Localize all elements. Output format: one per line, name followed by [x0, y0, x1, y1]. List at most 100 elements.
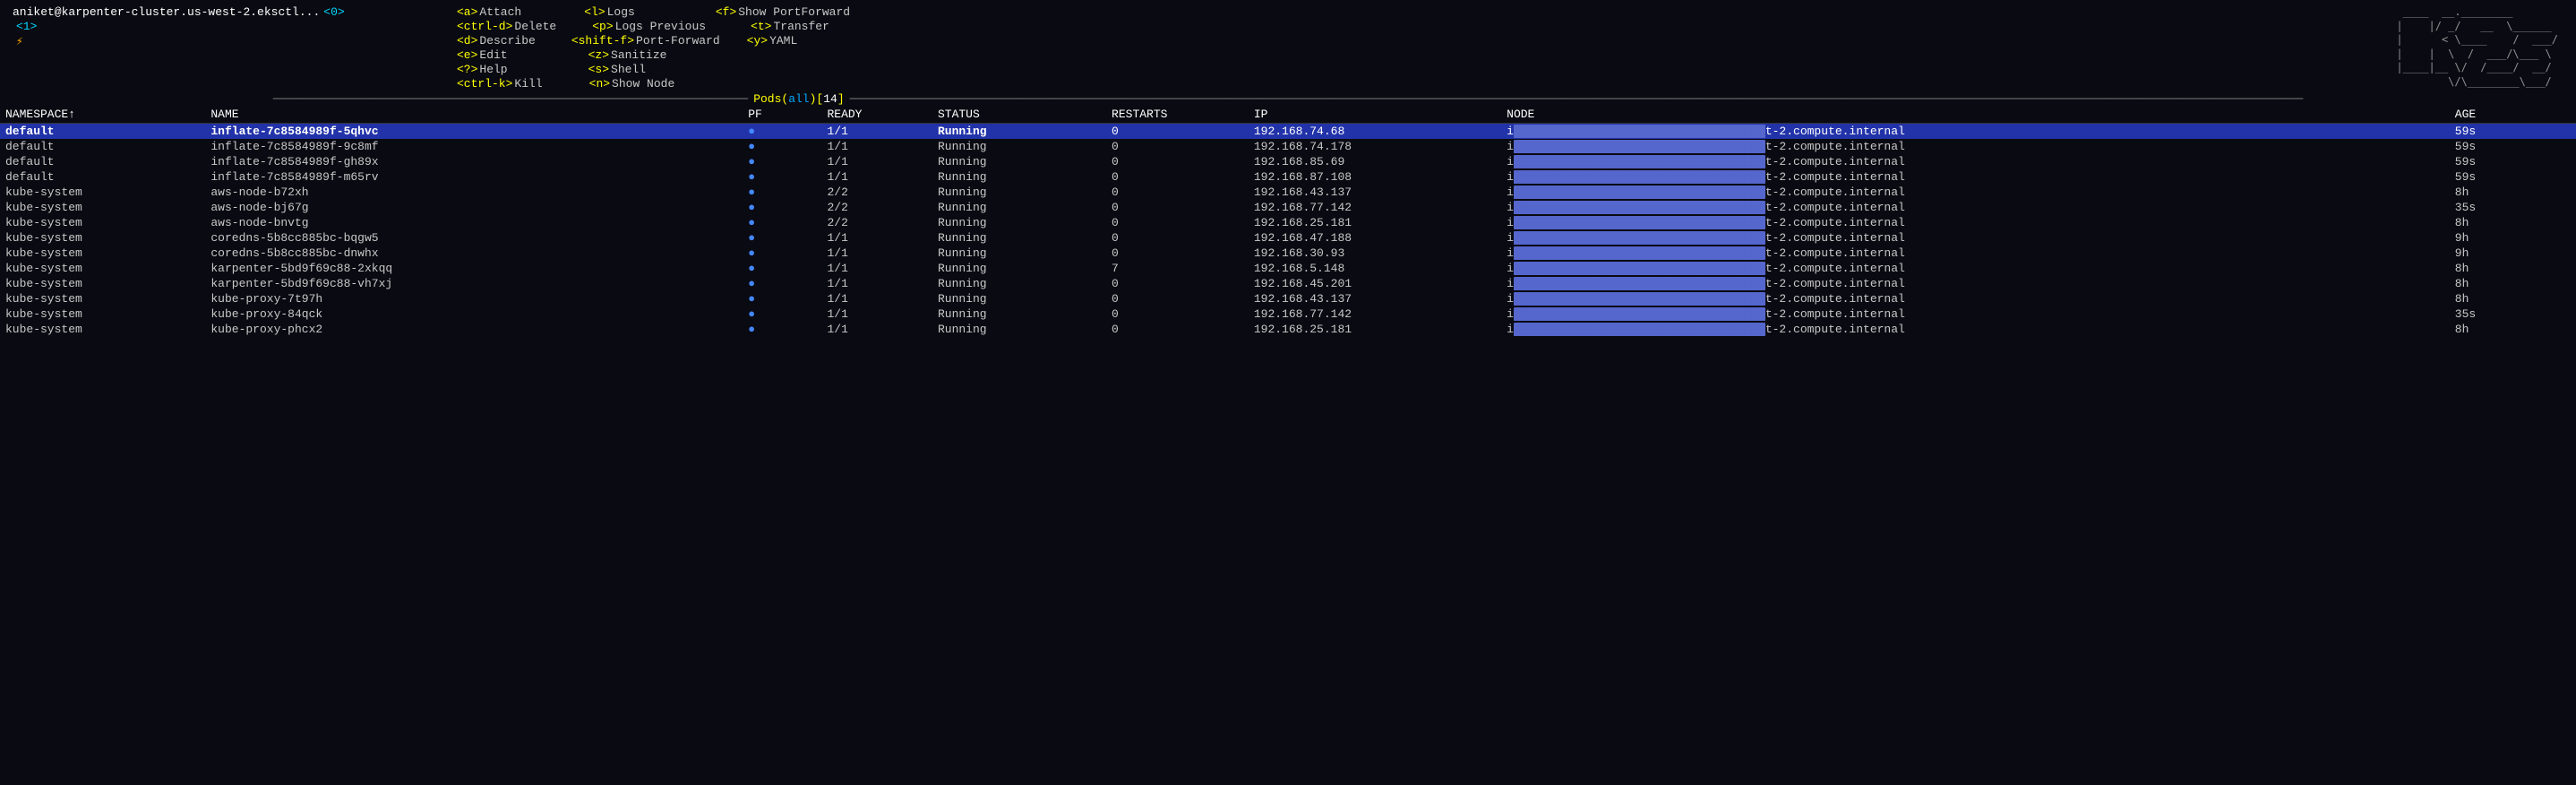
cell-status: Running [932, 230, 1106, 246]
section-title: Pods(all)[14] [753, 92, 844, 106]
kb-action-sanitize: Sanitize [611, 48, 666, 62]
kb-key-n: <n> [589, 77, 610, 91]
cell-pf: ● [743, 322, 821, 337]
kb-key-ctrld: <ctrl-d> [457, 20, 512, 33]
kb-attach: <a> Attach [457, 5, 521, 19]
table-row[interactable]: kube-systemcoredns-5b8cc885bc-bqgw5●1/1R… [0, 230, 2576, 246]
cell-node: i████████████████████████████████████t-2… [1501, 261, 2450, 276]
kb-action-describe: Describe [479, 34, 535, 47]
cell-pf: ● [743, 246, 821, 261]
kb-logsprev: <p> Logs Previous [592, 20, 706, 33]
cell-namespace: kube-system [0, 291, 205, 306]
context-row: aniket@karpenter-cluster.us-west-2.eksct… [9, 5, 439, 19]
table-row[interactable]: kube-systemkube-proxy-7t97h●1/1Running01… [0, 291, 2576, 306]
table-row[interactable]: kube-systemcoredns-5b8cc885bc-dnwhx●1/1R… [0, 246, 2576, 261]
cell-age: 35s [2450, 306, 2576, 322]
keybind-row-1: <a> Attach <l> Logs <f> Show PortForward [457, 5, 2334, 19]
col-header-status: STATUS [932, 106, 1106, 124]
lightning-icon: ⚡ [16, 35, 23, 48]
kb-key-shiftf: <shift-f> [571, 34, 634, 47]
cell-ready: 1/1 [821, 124, 932, 140]
cell-status: Running [932, 124, 1106, 140]
cell-name: inflate-7c8584989f-gh89x [205, 154, 743, 169]
cell-namespace: kube-system [0, 322, 205, 337]
cell-pf: ● [743, 261, 821, 276]
cell-namespace: kube-system [0, 276, 205, 291]
cell-ready: 1/1 [821, 230, 932, 246]
table-row[interactable]: kube-systemaws-node-b72xh●2/2Running0192… [0, 185, 2576, 200]
cell-restarts: 0 [1106, 154, 1249, 169]
table-row[interactable]: kube-systemaws-node-bnvtg●2/2Running0192… [0, 215, 2576, 230]
kb-logs: <l> Logs [584, 5, 635, 19]
cell-name: kube-proxy-phcx2 [205, 322, 743, 337]
cell-ip: 192.168.77.142 [1249, 306, 1501, 322]
cell-name: aws-node-bj67g [205, 200, 743, 215]
cell-age: 8h [2450, 291, 2576, 306]
table-row[interactable]: kube-systemkarpenter-5bd9f69c88-2xkqq●1/… [0, 261, 2576, 276]
kb-key-s: <s> [588, 63, 609, 76]
cell-ip: 192.168.45.201 [1249, 276, 1501, 291]
cell-restarts: 0 [1106, 185, 1249, 200]
dashes-left: ────────────────────────────────────────… [273, 92, 749, 106]
cell-node: i████████████████████████████████████t-2… [1501, 154, 2450, 169]
kb-key-y: <y> [747, 34, 768, 47]
cell-ready: 1/1 [821, 291, 932, 306]
cell-pf: ● [743, 124, 821, 140]
table-row[interactable]: defaultinflate-7c8584989f-gh89x●1/1Runni… [0, 154, 2576, 169]
cell-restarts: 0 [1106, 306, 1249, 322]
cell-namespace: kube-system [0, 230, 205, 246]
kb-key-ctrlk: <ctrl-k> [457, 77, 512, 91]
keybind-row-2: <ctrl-d> Delete <p> Logs Previous <t> Tr… [457, 20, 2334, 33]
kb-kill: <ctrl-k> Kill [457, 77, 543, 91]
section-title-line: ────────────────────────────────────────… [0, 92, 2576, 106]
cell-age: 9h [2450, 246, 2576, 261]
cell-node: i████████████████████████████████████t-2… [1501, 306, 2450, 322]
cell-age: 8h [2450, 276, 2576, 291]
table-row[interactable]: kube-systemaws-node-bj67g●2/2Running0192… [0, 200, 2576, 215]
kb-key-l: <l> [584, 5, 605, 19]
cell-ip: 192.168.85.69 [1249, 154, 1501, 169]
cell-name: karpenter-5bd9f69c88-vh7xj [205, 276, 743, 291]
table-row[interactable]: kube-systemkube-proxy-84qck●1/1Running01… [0, 306, 2576, 322]
kb-sanitize: <z> Sanitize [588, 48, 667, 62]
cell-ready: 1/1 [821, 261, 932, 276]
pods-table: NAMESPACE↑ NAME PF READY STATUS RESTARTS… [0, 106, 2576, 337]
cell-namespace: default [0, 124, 205, 140]
logo-art: ____ __.________ | |/ _/ __ \______ | < … [2396, 5, 2558, 90]
cell-status: Running [932, 139, 1106, 154]
cell-ready: 1/1 [821, 276, 932, 291]
cell-restarts: 0 [1106, 169, 1249, 185]
cell-node: i████████████████████████████████████t-2… [1501, 230, 2450, 246]
cell-status: Running [932, 261, 1106, 276]
col-header-namespace: NAMESPACE↑ [0, 106, 205, 124]
table-row[interactable]: defaultinflate-7c8584989f-9c8mf●1/1Runni… [0, 139, 2576, 154]
cell-restarts: 0 [1106, 139, 1249, 154]
cell-pf: ● [743, 230, 821, 246]
cell-pf: ● [743, 215, 821, 230]
cell-age: 59s [2450, 139, 2576, 154]
cell-name: karpenter-5bd9f69c88-2xkqq [205, 261, 743, 276]
header-left: aniket@karpenter-cluster.us-west-2.eksct… [9, 5, 439, 91]
cell-ready: 1/1 [821, 139, 932, 154]
table-row[interactable]: kube-systemkarpenter-5bd9f69c88-vh7xj●1/… [0, 276, 2576, 291]
cell-restarts: 0 [1106, 246, 1249, 261]
cell-restarts: 0 [1106, 200, 1249, 215]
table-row[interactable]: kube-systemkube-proxy-phcx2●1/1Running01… [0, 322, 2576, 337]
kb-action-delete: Delete [514, 20, 556, 33]
cell-node: i████████████████████████████████████t-2… [1501, 215, 2450, 230]
cell-ready: 2/2 [821, 215, 932, 230]
kb-transfer: <t> Transfer [751, 20, 829, 33]
cell-ready: 1/1 [821, 154, 932, 169]
cell-restarts: 0 [1106, 276, 1249, 291]
cell-pf: ● [743, 291, 821, 306]
cell-name: aws-node-b72xh [205, 185, 743, 200]
table-row[interactable]: defaultinflate-7c8584989f-5qhvc●1/1Runni… [0, 124, 2576, 140]
cell-ip: 192.168.25.181 [1249, 215, 1501, 230]
cell-status: Running [932, 291, 1106, 306]
cell-name: coredns-5b8cc885bc-dnwhx [205, 246, 743, 261]
cell-pf: ● [743, 276, 821, 291]
kb-key-question: <?> [457, 63, 477, 76]
kb-key-e: <e> [457, 48, 477, 62]
table-row[interactable]: defaultinflate-7c8584989f-m65rv●1/1Runni… [0, 169, 2576, 185]
cell-age: 9h [2450, 230, 2576, 246]
